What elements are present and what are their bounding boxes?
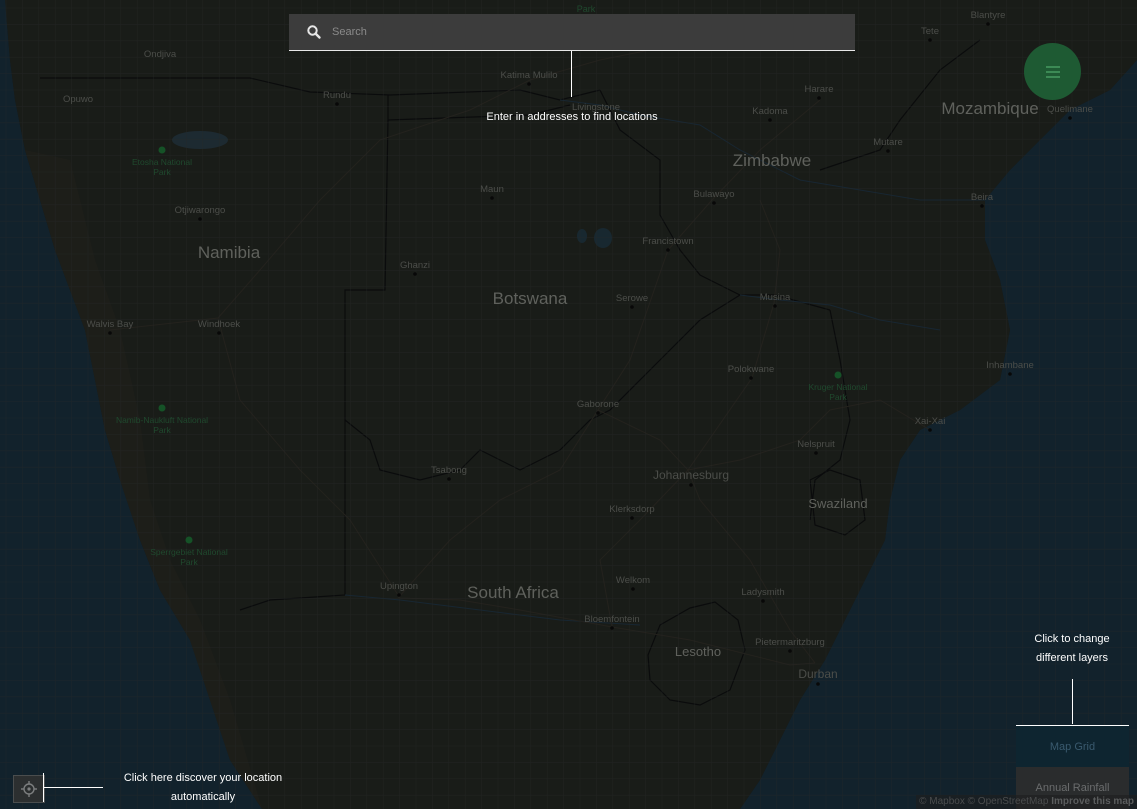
layers-tooltip-line2: different layers (1036, 652, 1108, 664)
locate-tip-line-h (43, 787, 103, 788)
attribution-osm[interactable]: © OpenStreetMap (968, 796, 1049, 807)
search-icon (307, 25, 321, 39)
locate-tooltip-line2: automatically (170, 791, 236, 803)
search-input[interactable] (332, 14, 855, 50)
menu-icon-bar (1045, 65, 1060, 68)
search-bar[interactable] (289, 14, 855, 51)
locate-tip-line-v (43, 773, 44, 802)
layers-tooltip: Click to change different layers (1015, 630, 1129, 668)
locate-button[interactable] (13, 775, 45, 803)
attribution-improve-link[interactable]: Improve this map (1051, 796, 1134, 807)
locate-tooltip: Click here discover your location automa… (108, 769, 298, 807)
search-tooltip: Enter in addresses to find locations (486, 111, 658, 123)
layers-tip-line (1072, 679, 1073, 724)
menu-button[interactable] (1024, 43, 1081, 100)
layers-tooltip-line1: Click to change (1034, 633, 1110, 645)
menu-icon-bar (1045, 70, 1060, 73)
locate-tooltip-line1: Click here discover your location (123, 772, 283, 784)
search-tip-line (571, 51, 572, 97)
crosshair-icon (21, 781, 37, 797)
map-attribution: © Mapbox © OpenStreetMap Improve this ma… (916, 795, 1137, 809)
menu-icon-bar (1045, 75, 1060, 78)
layer-button-map-grid[interactable]: Map Grid (1016, 725, 1129, 767)
attribution-mapbox[interactable]: © Mapbox (919, 796, 965, 807)
